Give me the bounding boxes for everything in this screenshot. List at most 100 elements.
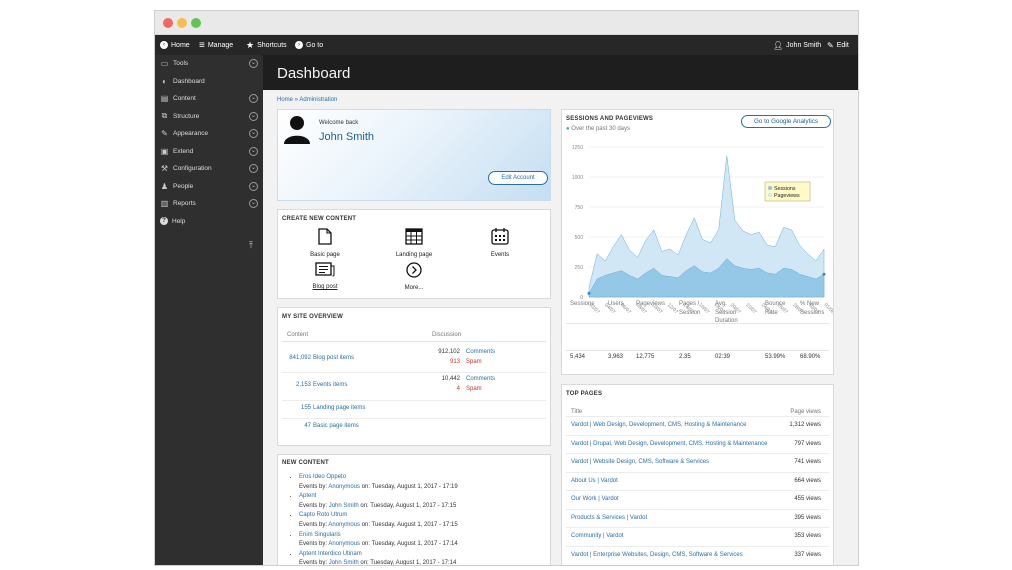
create-landing-page[interactable]: Landing page xyxy=(389,228,439,258)
sidebar-item-label: Configuration xyxy=(173,165,212,173)
create-content-title: CREATE NEW CONTENT xyxy=(282,216,357,222)
calendar-icon xyxy=(491,228,509,245)
stat-value: 12,775 xyxy=(636,354,655,360)
top-page-title-link[interactable]: Vardot | Web Design, Development, CMS, H… xyxy=(571,422,746,428)
sidebar-item-appearance[interactable]: ✎ Appearance ⌄ xyxy=(155,125,263,143)
sidebar-item-reports[interactable]: ▥ Reports ⌄ xyxy=(155,195,263,213)
overview-comments-label[interactable]: Comments xyxy=(466,376,495,382)
sidebar-item-help[interactable]: ? Help xyxy=(155,213,263,231)
toolbar-shortcuts[interactable]: ★ Shortcuts xyxy=(246,35,287,55)
sidebar-item-configuration[interactable]: ⚒ Configuration ⌄ xyxy=(155,160,263,178)
maximize-window-button[interactable] xyxy=(191,18,201,28)
table-row: Community | Vardot 353 views xyxy=(562,531,833,545)
create-basic-page[interactable]: Basic page xyxy=(302,228,348,258)
toolbar-home[interactable]: ‹ Home xyxy=(160,35,190,55)
author-link[interactable]: John Smith xyxy=(329,503,359,509)
author-link[interactable]: Anonymous xyxy=(328,484,360,490)
create-blog-post-label: Blog post xyxy=(312,284,338,290)
top-page-title-link[interactable]: Products & Services | Vardot xyxy=(571,515,647,521)
overview-comments-count: 912,102 xyxy=(438,349,460,355)
top-page-title-link[interactable]: Vardot | Drupal, Web Design, Development… xyxy=(571,441,767,447)
toolbar-manage-label: Manage xyxy=(207,41,234,49)
content-prefix: Events by: xyxy=(299,502,328,509)
stat-value: 3,963 xyxy=(608,354,624,360)
people-icon: ♟ xyxy=(160,181,169,191)
overview-count[interactable]: 841,092 xyxy=(289,355,311,361)
sidebar-item-people[interactable]: ♟ People ⌄ xyxy=(155,178,263,196)
close-window-button[interactable] xyxy=(163,18,173,28)
content-prefix: Events by: xyxy=(299,541,328,548)
list-item: Aptent Interdico Utinam Events by: John S… xyxy=(299,550,458,566)
author-link[interactable]: John Smith xyxy=(329,560,359,565)
content-title-link[interactable]: Capto Roto Utrum xyxy=(299,512,347,518)
create-blog-post[interactable]: Blog post xyxy=(302,262,348,290)
overview-count[interactable]: 2,153 xyxy=(296,382,311,388)
create-content-panel: CREATE NEW CONTENT Basic page Landing pa… xyxy=(277,209,551,299)
sidebar-item-content[interactable]: ▤ Content ⌄ xyxy=(155,90,263,108)
collapse-sidebar-icon[interactable]: ⤒ xyxy=(249,240,253,251)
overview-spam-count: 4 xyxy=(456,386,460,392)
list-item: Enim Singularis Events by: Anonymous on: … xyxy=(299,531,458,550)
data-point xyxy=(587,291,591,295)
content-title-link[interactable]: Aptent Interdico Utinam xyxy=(299,551,362,557)
analytics-subtitle-text: Over the past 30 days xyxy=(571,126,630,132)
legend-swatch-sessions xyxy=(768,186,772,190)
top-page-title-link[interactable]: Our Work | Vardot xyxy=(571,496,619,502)
sidebar-item-dashboard[interactable]: ◐ Dashboard xyxy=(155,73,263,91)
author-link[interactable]: Anonymous xyxy=(328,522,360,528)
sidebar-item-label: Appearance xyxy=(173,130,209,138)
create-more-label: More... xyxy=(404,285,424,291)
stat-label: Pages / Session xyxy=(679,301,701,316)
content-title-link[interactable]: Enim Singularis xyxy=(299,532,341,538)
overview-label[interactable]: Events items xyxy=(313,382,347,388)
top-page-title-link[interactable]: Vardot | Enterprise Websites, Design, CM… xyxy=(571,552,743,558)
toolbar-user[interactable]: 👤︎ John Smith xyxy=(773,35,821,55)
main-content: Home » Administration Welcome back John … xyxy=(263,90,858,565)
page-icon xyxy=(318,228,332,245)
toolbar-goto[interactable]: › Go to xyxy=(295,35,323,55)
chevron-down-icon[interactable]: ⌄ xyxy=(249,129,258,138)
chevron-down-icon[interactable]: ⌄ xyxy=(249,181,258,191)
stat-value: 68.90% xyxy=(800,354,821,360)
toolbar-manage[interactable]: ≡ Manage xyxy=(199,35,233,55)
minimize-window-button[interactable] xyxy=(177,18,187,28)
toolbar-home-label: Home xyxy=(171,41,190,49)
chevron-down-icon[interactable]: ⌄ xyxy=(249,94,258,103)
overview-label[interactable]: Basic page items xyxy=(313,423,359,429)
overview-comments-label[interactable]: Comments xyxy=(466,349,495,355)
content-prefix: Events by: xyxy=(299,560,328,566)
google-analytics-button[interactable]: Go to Google Analytics xyxy=(741,115,831,128)
breadcrumb-administration[interactable]: Administration xyxy=(299,97,337,103)
overview-row: 2,153 Events items 10,442 Comments 4 Spa… xyxy=(278,375,550,397)
dashboard-icon: ◐ xyxy=(162,76,167,86)
sidebar-item-structure[interactable]: ⧉ Structure ⌄ xyxy=(155,108,263,126)
overview-count[interactable]: 155 xyxy=(301,405,311,411)
overview-spam-label[interactable]: Spam xyxy=(466,359,482,365)
overview-label[interactable]: Landing page items xyxy=(313,405,365,411)
chevron-down-icon[interactable]: ⌄ xyxy=(249,164,258,173)
chevron-down-icon[interactable]: ⌄ xyxy=(249,111,258,121)
top-page-title-link[interactable]: Vardot | Website Design, CMS, Software &… xyxy=(571,459,709,465)
content-title-link[interactable]: Eros Ideo Oppeto xyxy=(299,474,346,480)
top-page-title-link[interactable]: Community | Vardot xyxy=(571,533,623,539)
toolbar-edit[interactable]: ✎ Edit xyxy=(827,35,849,55)
edit-account-button[interactable]: Edit Account xyxy=(488,171,548,185)
table-row: About Us | Vardot 664 views xyxy=(562,476,833,490)
chevron-down-icon[interactable]: ⌄ xyxy=(249,146,258,156)
sidebar-item-tools[interactable]: ▭ Tools ⌄ xyxy=(155,55,263,73)
top-page-title-link[interactable]: About Us | Vardot xyxy=(571,478,618,484)
chevron-down-icon[interactable]: ⌄ xyxy=(249,59,258,68)
overview-count[interactable]: 47 xyxy=(304,423,311,429)
create-events[interactable]: Events xyxy=(477,228,523,258)
sidebar-item-extend[interactable]: ▣ Extend ⌄ xyxy=(155,143,263,161)
top-pages-col-views: Page views xyxy=(790,409,821,415)
chevron-down-icon[interactable]: ⌄ xyxy=(249,199,258,208)
overview-label[interactable]: Blog post items xyxy=(313,355,354,361)
y-tick-label: 500 xyxy=(575,235,584,241)
site-overview-title: MY SITE OVERVIEW xyxy=(282,314,343,320)
create-more[interactable]: More... xyxy=(389,262,439,291)
overview-spam-label[interactable]: Spam xyxy=(466,386,482,392)
content-title-link[interactable]: Aptent xyxy=(299,493,316,499)
author-link[interactable]: Anonymous xyxy=(328,541,360,547)
breadcrumb-home[interactable]: Home xyxy=(277,97,293,103)
